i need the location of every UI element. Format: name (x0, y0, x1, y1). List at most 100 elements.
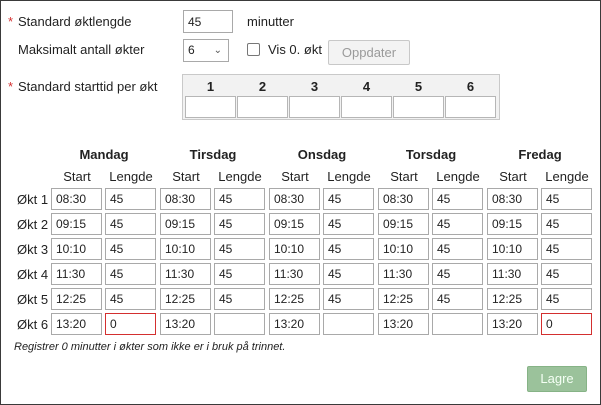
session-row-label: Økt 1 (17, 192, 49, 207)
start-time-label: Standard starttid per økt (18, 79, 158, 94)
start-input[interactable]: 10:10 (269, 238, 320, 260)
start-time-input[interactable] (289, 96, 340, 118)
length-input-error[interactable]: 0 (105, 313, 156, 335)
length-input[interactable]: 45 (323, 263, 374, 285)
length-input[interactable]: 45 (432, 288, 483, 310)
length-header: Lengde (218, 169, 262, 184)
start-header: Start (390, 169, 418, 184)
session-row-label: Økt 4 (17, 267, 49, 282)
max-sessions-value: 6 (188, 43, 195, 57)
length-input[interactable] (432, 313, 483, 335)
length-input[interactable]: 45 (432, 188, 483, 210)
day-header: Tirsdag (189, 147, 237, 162)
length-input[interactable]: 45 (541, 188, 592, 210)
start-input[interactable]: 11:30 (160, 263, 211, 285)
day-header: Fredag (518, 147, 562, 162)
start-header: Start (281, 169, 309, 184)
length-input[interactable] (323, 313, 374, 335)
chevron-down-icon: ⌄ (213, 45, 222, 56)
start-input[interactable]: 11:30 (487, 263, 538, 285)
length-input[interactable]: 45 (105, 263, 156, 285)
max-sessions-label: Maksimalt antall økter (18, 42, 145, 57)
session-number: 3 (310, 79, 319, 94)
start-input[interactable]: 11:30 (378, 263, 429, 285)
save-button[interactable]: Lagre (527, 366, 587, 392)
length-input[interactable]: 45 (214, 263, 265, 285)
update-button[interactable]: Oppdater (328, 40, 410, 65)
length-input[interactable]: 45 (323, 188, 374, 210)
length-input[interactable]: 45 (214, 288, 265, 310)
length-input[interactable]: 45 (105, 188, 156, 210)
start-input[interactable]: 10:10 (51, 238, 102, 260)
length-header: Lengde (436, 169, 480, 184)
length-input[interactable]: 45 (105, 288, 156, 310)
session-number: 2 (258, 79, 267, 94)
length-input[interactable]: 45 (214, 238, 265, 260)
start-input[interactable]: 10:10 (378, 238, 429, 260)
start-input[interactable]: 13:20 (487, 313, 538, 335)
length-input[interactable]: 45 (214, 213, 265, 235)
start-time-input[interactable] (393, 96, 444, 118)
start-time-input[interactable] (341, 96, 392, 118)
start-input[interactable]: 11:30 (51, 263, 102, 285)
start-input[interactable]: 10:10 (160, 238, 211, 260)
day-header: Torsdag (405, 147, 457, 162)
start-input[interactable]: 12:25 (487, 288, 538, 310)
session-number: 6 (466, 79, 475, 94)
length-input[interactable]: 45 (541, 238, 592, 260)
length-input[interactable]: 45 (432, 263, 483, 285)
length-input-error[interactable]: 0 (541, 313, 592, 335)
length-input[interactable]: 45 (105, 213, 156, 235)
session-row-label: Økt 5 (17, 292, 49, 307)
start-input[interactable]: 13:20 (160, 313, 211, 335)
start-input[interactable]: 08:30 (378, 188, 429, 210)
start-input[interactable]: 12:25 (269, 288, 320, 310)
session-length-input[interactable] (183, 10, 233, 33)
length-header: Lengde (109, 169, 153, 184)
day-header: Mandag (79, 147, 129, 162)
required-marker: * (8, 79, 14, 94)
length-input[interactable]: 45 (323, 213, 374, 235)
start-input[interactable]: 10:10 (487, 238, 538, 260)
length-input[interactable]: 45 (105, 238, 156, 260)
start-input[interactable]: 08:30 (269, 188, 320, 210)
start-input[interactable]: 09:15 (487, 213, 538, 235)
length-input[interactable] (214, 313, 265, 335)
start-time-input[interactable] (445, 96, 496, 118)
session-row-label: Økt 6 (17, 317, 49, 332)
length-input[interactable]: 45 (323, 238, 374, 260)
start-input[interactable]: 09:15 (51, 213, 102, 235)
start-input[interactable]: 12:25 (160, 288, 211, 310)
length-input[interactable]: 45 (541, 263, 592, 285)
start-input[interactable]: 09:15 (269, 213, 320, 235)
start-input[interactable]: 12:25 (378, 288, 429, 310)
start-input[interactable]: 13:20 (378, 313, 429, 335)
start-time-input[interactable] (185, 96, 236, 118)
length-header: Lengde (327, 169, 371, 184)
session-length-label: Standard øktlengde (18, 14, 132, 29)
length-input[interactable]: 45 (541, 288, 592, 310)
show-zero-checkbox[interactable] (247, 43, 260, 56)
start-input[interactable]: 08:30 (487, 188, 538, 210)
day-header: Onsdag (297, 147, 347, 162)
length-input[interactable]: 45 (214, 188, 265, 210)
session-number: 4 (362, 79, 371, 94)
start-input[interactable]: 08:30 (160, 188, 211, 210)
start-input[interactable]: 13:20 (51, 313, 102, 335)
length-input[interactable]: 45 (432, 238, 483, 260)
start-time-input[interactable] (237, 96, 288, 118)
start-input[interactable]: 13:20 (269, 313, 320, 335)
start-input[interactable]: 12:25 (51, 288, 102, 310)
session-length-unit: minutter (247, 14, 294, 29)
start-time-table: 1 2 3 4 5 6 (182, 74, 500, 120)
session-row-label: Økt 2 (17, 217, 49, 232)
length-input[interactable]: 45 (323, 288, 374, 310)
start-input[interactable]: 11:30 (269, 263, 320, 285)
length-input[interactable]: 45 (432, 213, 483, 235)
start-input[interactable]: 09:15 (378, 213, 429, 235)
max-sessions-select[interactable]: 6 ⌄ (183, 39, 229, 62)
start-input[interactable]: 08:30 (51, 188, 102, 210)
start-input[interactable]: 09:15 (160, 213, 211, 235)
length-input[interactable]: 45 (541, 213, 592, 235)
start-header: Start (172, 169, 200, 184)
